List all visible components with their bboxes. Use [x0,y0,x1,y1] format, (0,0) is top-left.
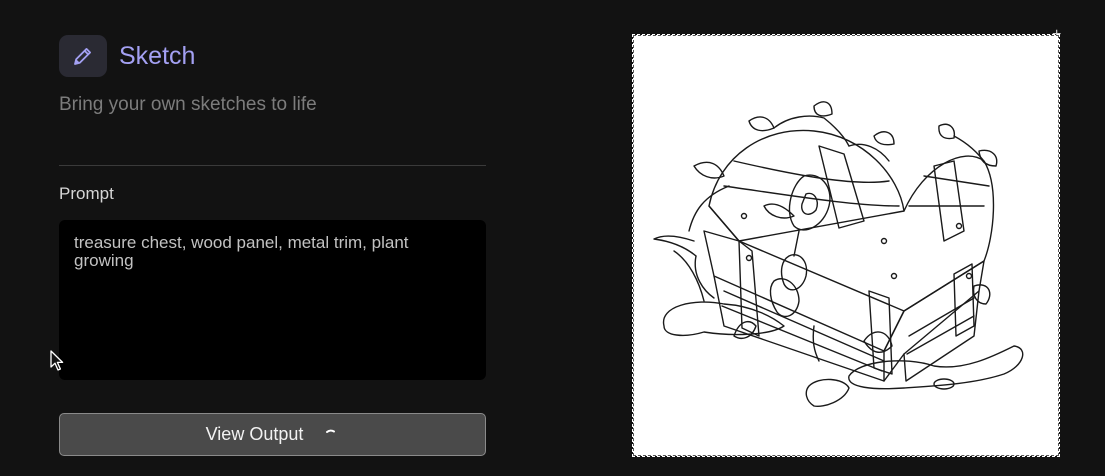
pencil-icon [74,48,91,65]
sketch-tool-badge [59,35,107,77]
divider [59,165,486,166]
view-output-label: View Output [205,424,304,444]
view-output-button[interactable]: View Output [59,413,486,456]
page-title: Sketch [119,42,196,70]
mouse-cursor-icon [50,350,64,371]
prompt-label: Prompt [59,184,114,203]
treasure-chest-sketch [653,101,1024,408]
page-subtitle: Bring your own sketches to life [59,94,317,115]
loading-spinner-icon [326,429,336,433]
app-root: Sketch Bring your own sketches to life P… [0,0,1105,476]
sketch-canvas[interactable] [632,34,1060,457]
prompt-textarea[interactable]: treasure chest, wood panel, metal trim, … [59,220,486,380]
